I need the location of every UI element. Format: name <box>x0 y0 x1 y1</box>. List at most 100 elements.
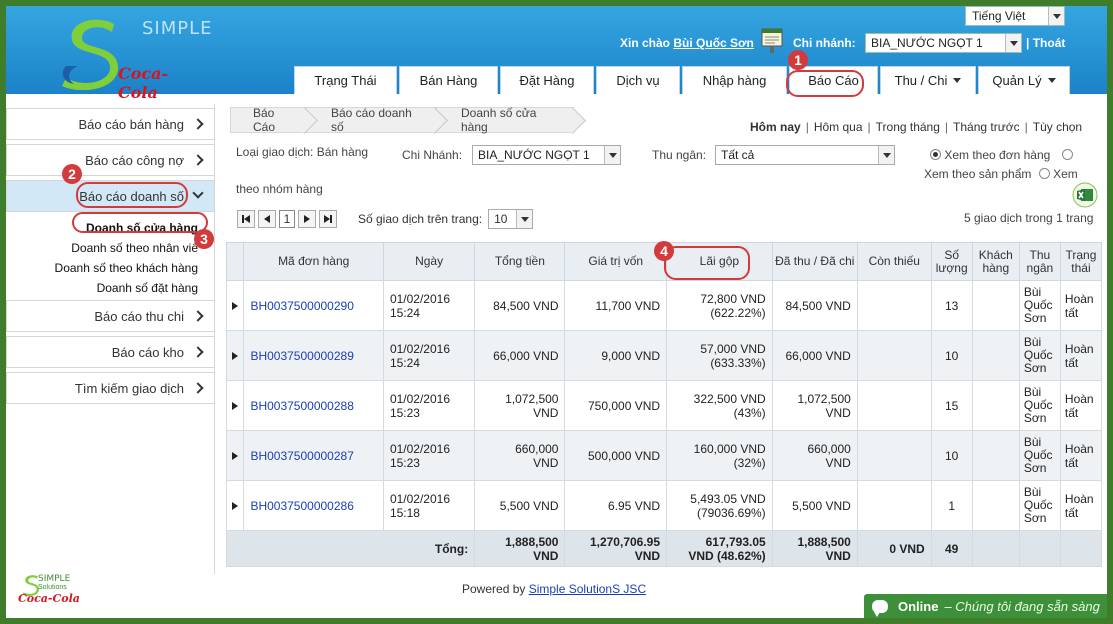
language-select[interactable]: Tiếng Việt <box>965 6 1065 26</box>
expand-row-cell[interactable] <box>225 330 245 381</box>
column-header[interactable]: Số lượng <box>930 242 973 281</box>
column-header[interactable]: Khách hàng <box>971 242 1020 281</box>
notepad-icon[interactable] <box>760 26 784 54</box>
status-cell-text: Hoàn <box>1064 491 1094 506</box>
branch-select[interactable]: BIA_NƯỚC NGỌT 1 <box>865 33 1022 53</box>
annotation-marker: 3 <box>194 229 214 249</box>
column-header[interactable]: Thu ngân <box>1018 242 1061 281</box>
expand-row-cell[interactable] <box>225 430 245 481</box>
brand-logo[interactable]: SIMPLE Coca-Cola <box>34 12 212 102</box>
view-by-order-option[interactable]: Xem theo đơn hàng <box>930 148 1073 162</box>
branch-label: Chi nhánh: <box>793 36 856 50</box>
owed-cell <box>856 330 932 381</box>
date-filter-today[interactable]: Hôm nay <box>750 120 801 134</box>
expand-arrow-icon[interactable] <box>232 301 239 310</box>
sidebar-subitem-customer-revenue[interactable]: Doanh số theo khách hàng <box>55 261 198 275</box>
cost-cell-text: 11,700 VND <box>595 298 661 313</box>
first-page-button[interactable] <box>237 210 255 228</box>
order-code-cell: BH0037500000287 <box>243 430 384 481</box>
order-code-link[interactable]: BH0037500000290 <box>250 299 353 313</box>
online-chat-widget[interactable]: Online – Chúng tôi đang sẵn sàng <box>864 594 1107 618</box>
expand-arrow-icon[interactable] <box>232 351 239 360</box>
breadcrumb-item[interactable]: Báo Cáo <box>230 106 306 134</box>
next-page-button[interactable] <box>298 210 316 228</box>
expand-arrow-icon[interactable] <box>232 401 239 410</box>
excel-export-icon[interactable] <box>1072 182 1098 208</box>
column-header[interactable]: Tổng tiền <box>474 242 566 281</box>
date-filter-last-month[interactable]: Tháng trước <box>953 120 1020 134</box>
column-header[interactable]: Giá trị vốn <box>564 242 668 281</box>
user-name-link[interactable]: Bùi Quốc Sơn <box>673 36 754 50</box>
table-row[interactable]: BH0037500000288 01/02/2016 15:23 1,072,500 V… <box>225 380 1103 431</box>
expand-row-cell[interactable] <box>225 380 245 431</box>
sidebar-item-inventory-report[interactable]: Báo cáo kho <box>6 336 215 368</box>
customer-cell <box>971 330 1020 381</box>
prev-page-button[interactable] <box>258 210 276 228</box>
company-link[interactable]: Simple SolutionS JSC <box>529 582 646 596</box>
sidebar-subitem-staff-revenue[interactable]: Doanh số theo nhân viê <box>71 241 198 255</box>
breadcrumb-label: Báo cáo doanh số <box>331 106 412 134</box>
expand-arrow-icon[interactable] <box>232 451 239 460</box>
table-row[interactable]: BH0037500000290 01/02/2016 15:24 84,500 VND… <box>225 280 1103 331</box>
logout-link[interactable]: | Thoát <box>1026 36 1065 50</box>
view-by-product-option[interactable]: Xem theo sản phẩm Xem <box>924 167 1078 181</box>
breadcrumb: Báo Cáo Báo cáo doanh số Doanh số cửa hà… <box>230 106 574 134</box>
table-row[interactable]: BH0037500000289 01/02/2016 15:24 66,000 VND… <box>225 330 1103 381</box>
paid-cell-text: VND <box>825 455 851 470</box>
expand-row-cell[interactable] <box>225 280 245 331</box>
date-filter-custom[interactable]: Tùy chọn <box>1033 120 1082 134</box>
column-header[interactable]: Đã thu / Đã chi <box>771 242 858 281</box>
chevron-down-icon <box>1005 34 1021 52</box>
customer-cell <box>971 280 1020 331</box>
column-header[interactable]: Còn thiếu <box>856 242 932 281</box>
order-code-link[interactable]: BH0037500000286 <box>250 499 353 513</box>
sidebar-item-transaction-search[interactable]: Tìm kiếm giao dịch <box>6 372 215 404</box>
expand-arrow-icon[interactable] <box>232 501 239 510</box>
view-label: Xem <box>1053 167 1078 181</box>
radio-unchecked-icon[interactable] <box>1038 168 1050 179</box>
column-header[interactable]: Mã đơn hàng <box>243 242 384 281</box>
greeting-prefix: Xin chào <box>620 36 671 50</box>
total-cell: 84,500 VND <box>474 280 566 331</box>
tab-dich-vu[interactable]: Dịch vụ <box>596 66 680 94</box>
sidebar-item-sales-report[interactable]: Báo cáo bán hàng <box>6 108 215 140</box>
sidebar-item-cashflow-report[interactable]: Báo cáo thu chi <box>6 300 215 332</box>
cashier-cell-text: Sơn <box>1023 311 1047 325</box>
table-row[interactable]: BH0037500000287 01/02/2016 15:23 660,000 VND… <box>225 430 1103 481</box>
column-header[interactable]: Ngày <box>382 242 476 281</box>
first-page-icon <box>242 215 250 223</box>
sidebar-item-debt-report[interactable]: Báo cáo công nợ <box>6 144 215 176</box>
branch-filter-select[interactable]: BIA_NƯỚC NGỌT 1 <box>472 145 621 165</box>
date-filter-this-month[interactable]: Trong tháng <box>876 120 940 134</box>
order-code-link[interactable]: BH0037500000288 <box>250 399 353 413</box>
date-filter-yesterday[interactable]: Hôm qua <box>814 120 863 134</box>
cashier-cell-text: Bùi <box>1023 335 1042 349</box>
radio-unchecked-icon[interactable] <box>1061 149 1073 160</box>
radio-checked-icon[interactable] <box>930 149 941 160</box>
per-page-select[interactable]: 10 <box>488 209 534 229</box>
expand-row-cell[interactable] <box>225 480 245 531</box>
cost-cell: 750,000 VND <box>564 380 668 431</box>
total-cell: 660,000 VND <box>474 430 566 481</box>
order-code-link[interactable]: BH0037500000287 <box>250 449 353 463</box>
cashier-filter-select[interactable]: Tất cả <box>715 145 895 165</box>
page-number-input[interactable]: 1 <box>279 210 295 228</box>
s-logo-icon <box>62 19 119 90</box>
order-code-link[interactable]: BH0037500000289 <box>250 349 353 363</box>
date-cell-text: 01/02/2016 <box>389 341 450 356</box>
breadcrumb-item[interactable]: Báo cáo doanh số <box>306 106 436 134</box>
tab-nhap-hang[interactable]: Nhập hàng <box>682 66 787 94</box>
cashier-cell: Bùi Quốc Sơn <box>1018 380 1061 431</box>
chat-bubble-icon <box>872 599 888 617</box>
sidebar-subitem-order-revenue[interactable]: Doanh số đặt hàng <box>97 281 198 295</box>
table-row[interactable]: BH0037500000286 01/02/2016 15:18 5,500 VND 6… <box>225 480 1103 531</box>
tab-thu-chi[interactable]: Thu / Chi <box>880 66 976 94</box>
tab-dat-hang[interactable]: Đặt Hàng <box>500 66 594 94</box>
column-header[interactable]: Trạng thái <box>1059 242 1103 281</box>
tab-trang-thai[interactable]: Trạng Thái <box>294 66 397 94</box>
tab-ban-hang[interactable]: Bán Hàng <box>399 66 498 94</box>
tab-quan-ly[interactable]: Quản Lý <box>978 66 1070 94</box>
last-page-button[interactable] <box>319 210 337 228</box>
per-page-value: 10 <box>494 212 508 226</box>
sidebar-item-label: Báo cáo công nợ <box>85 152 184 168</box>
